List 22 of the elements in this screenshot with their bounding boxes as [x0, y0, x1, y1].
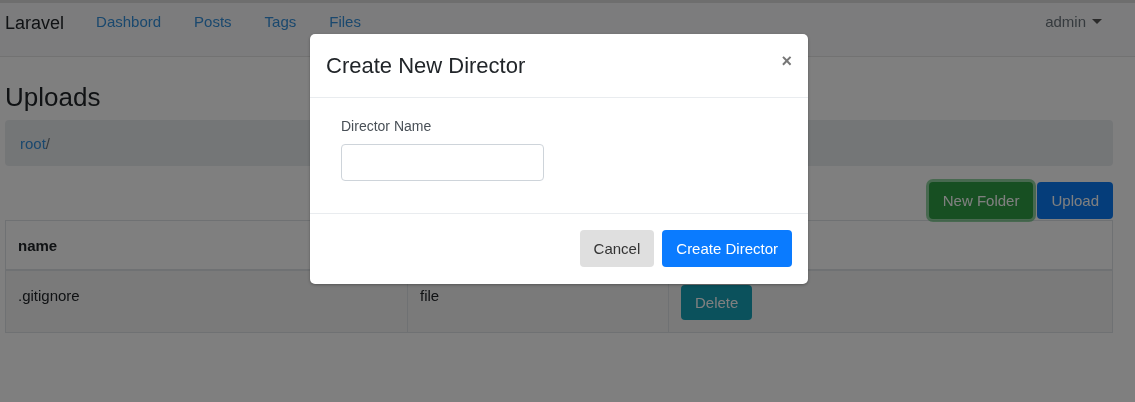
column-header: name	[18, 236, 58, 254]
upload-button[interactable]: Upload	[1037, 182, 1113, 219]
breadcrumb-link[interactable]: root	[20, 134, 46, 152]
field-label: Director Name	[341, 118, 432, 134]
table-cell: .gitignore	[18, 287, 80, 304]
new-folder-button[interactable]: New Folder	[928, 182, 1034, 219]
nav-link[interactable]: Files	[329, 13, 361, 30]
brand-link[interactable]: Laravel	[5, 13, 65, 34]
page-title: Uploads	[5, 82, 102, 112]
modal-title: Create New Director	[326, 52, 526, 79]
name-input-field[interactable]	[341, 144, 544, 181]
caret-icon	[1092, 19, 1102, 24]
delete-button[interactable]: Delete	[681, 285, 753, 320]
nav-link[interactable]: Dashbord	[96, 13, 162, 30]
table-cell: file	[420, 287, 440, 304]
cancel-button[interactable]: Cancel	[579, 230, 655, 267]
breadcrumb-separator: /	[45, 134, 51, 152]
user-menu[interactable]: admin	[1045, 13, 1102, 30]
nav-link[interactable]: Tags	[264, 13, 297, 30]
close-button[interactable]: ×	[781, 51, 792, 72]
nav-link[interactable]: Posts	[194, 13, 232, 30]
create-button[interactable]: Create Director	[662, 230, 792, 267]
